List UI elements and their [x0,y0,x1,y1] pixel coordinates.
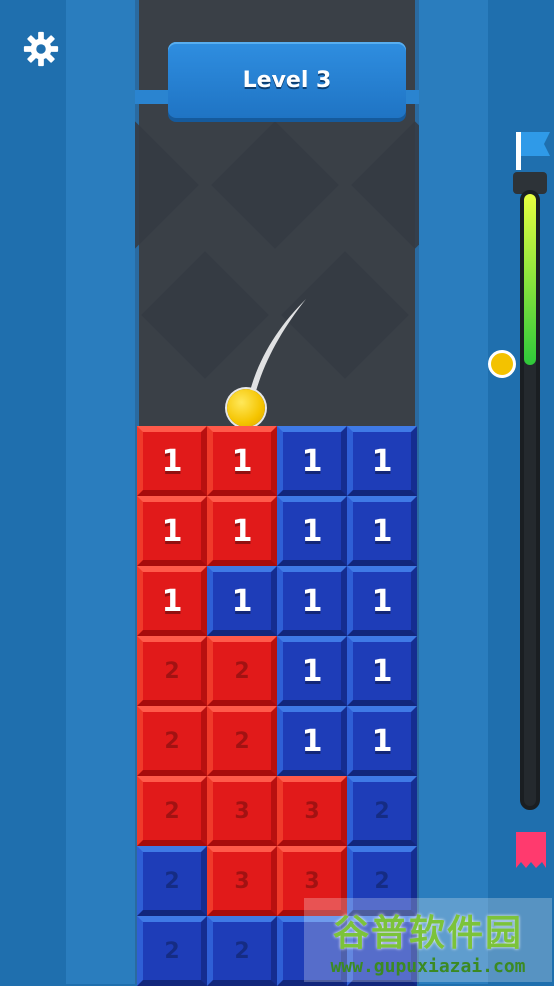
block-number: 2 [164,728,180,754]
block-blue[interactable]: 1 [277,566,347,636]
block-blue[interactable]: 1 [277,636,347,706]
level-label: Level 3 [242,67,332,93]
blue-flag-icon [516,132,550,170]
block-red[interactable]: 2 [137,706,207,776]
block-red[interactable]: 3 [207,776,277,846]
block-red[interactable]: 1 [137,426,207,496]
block-number: 3 [234,798,250,824]
ball-trail [250,299,306,391]
block-number: 2 [164,938,180,964]
level-banner: Level 3 [168,42,406,118]
block-red[interactable]: 1 [137,566,207,636]
block-number: 1 [371,723,393,759]
block-number: 1 [371,513,393,549]
block-number: 1 [161,513,183,549]
bg-diamond [351,121,419,249]
block-red[interactable]: 2 [207,636,277,706]
block-blue[interactable]: 1 [347,636,417,706]
bg-diamond [211,121,339,249]
block-number: 2 [164,658,180,684]
block-red[interactable]: 3 [207,846,277,916]
block-number: 2 [374,798,390,824]
block-number: 1 [231,513,253,549]
watermark-title: 谷普软件园 [332,912,523,954]
progress-track [520,190,540,810]
block-number: 1 [161,443,183,479]
block-number: 1 [301,513,323,549]
block-red[interactable]: 1 [207,426,277,496]
block-blue[interactable]: 1 [277,426,347,496]
progress-marker [488,350,516,379]
block-number: 2 [234,658,250,684]
block-number: 1 [371,443,393,479]
block-blue[interactable]: 1 [347,566,417,636]
block-number: 1 [301,723,323,759]
block-number: 1 [231,583,253,619]
block-red[interactable]: 2 [207,706,277,776]
block-number: 1 [231,443,253,479]
block-red[interactable]: 1 [207,496,277,566]
left-stripe [66,0,135,984]
block-number: 1 [301,653,323,689]
block-blue[interactable]: 1 [277,496,347,566]
block-number: 2 [234,728,250,754]
block-blue[interactable]: 2 [207,916,277,986]
block-number: 1 [161,583,183,619]
block-number: 1 [301,583,323,619]
block-blue[interactable]: 1 [207,566,277,636]
block-number: 3 [304,868,320,894]
block-number: 3 [234,868,250,894]
block-blue[interactable]: 2 [137,916,207,986]
ball[interactable] [227,389,265,427]
block-blue[interactable]: 2 [137,846,207,916]
watermark: 谷普软件园 www.gupuxiazai.com [304,898,552,982]
block-red[interactable]: 2 [137,776,207,846]
block-number: 2 [234,938,250,964]
block-blue[interactable]: 1 [277,706,347,776]
block-blue[interactable]: 1 [347,706,417,776]
right-stripe [419,0,488,984]
block-red[interactable]: 1 [137,496,207,566]
bg-diamond [135,121,199,249]
block-number: 1 [301,443,323,479]
block-number: 2 [374,868,390,894]
block-number: 1 [371,653,393,689]
block-red[interactable]: 2 [137,636,207,706]
block-number: 2 [164,868,180,894]
block-number: 2 [164,798,180,824]
red-flag-icon [516,832,546,868]
block-number: 1 [371,583,393,619]
block-blue[interactable]: 1 [347,496,417,566]
block-blue[interactable]: 1 [347,426,417,496]
watermark-url: www.gupuxiazai.com [330,955,526,977]
block-number: 3 [304,798,320,824]
block-blue[interactable]: 2 [347,776,417,846]
progress-fill [524,194,536,365]
gear-icon[interactable] [22,30,60,68]
block-red[interactable]: 3 [277,776,347,846]
